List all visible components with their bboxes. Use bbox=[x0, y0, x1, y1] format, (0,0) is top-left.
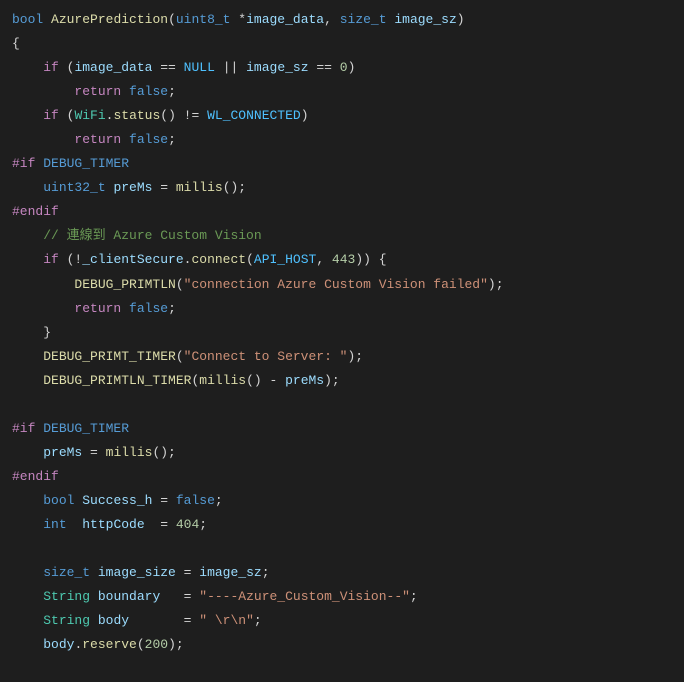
keyword-control: if bbox=[43, 60, 59, 75]
function-call: millis bbox=[106, 445, 153, 460]
identifier: image_sz bbox=[246, 60, 308, 75]
code-line: if (WiFi.status() != WL_CONNECTED) bbox=[12, 104, 672, 128]
code-editor[interactable]: bool AzurePrediction(uint8_t *image_data… bbox=[12, 8, 672, 657]
keyword-type: uint8_t bbox=[176, 12, 231, 27]
constant: API_HOST bbox=[254, 252, 316, 267]
method: status bbox=[113, 108, 160, 123]
keyword-type: uint32_t bbox=[43, 180, 105, 195]
keyword-control: return bbox=[74, 84, 121, 99]
identifier: image_size bbox=[98, 565, 176, 580]
code-line: return false; bbox=[12, 80, 672, 104]
code-line: if (!_clientSecure.connect(API_HOST, 443… bbox=[12, 248, 672, 272]
identifier: httpCode bbox=[82, 517, 144, 532]
code-line: if (image_data == NULL || image_sz == 0) bbox=[12, 56, 672, 80]
code-line: size_t image_size = image_sz; bbox=[12, 561, 672, 585]
code-line: bool Success_h = false; bbox=[12, 489, 672, 513]
code-line: uint32_t preMs = millis(); bbox=[12, 176, 672, 200]
number: 404 bbox=[176, 517, 199, 532]
code-line: preMs = millis(); bbox=[12, 441, 672, 465]
identifier: preMs bbox=[113, 180, 152, 195]
number: 443 bbox=[332, 252, 355, 267]
identifier: body bbox=[43, 637, 74, 652]
identifier: preMs bbox=[285, 373, 324, 388]
code-line: body.reserve(200); bbox=[12, 633, 672, 657]
code-line: DEBUG_PRIMTLN_TIMER(millis() - preMs); bbox=[12, 369, 672, 393]
keyword-type: bool bbox=[43, 493, 74, 508]
preprocessor-symbol: DEBUG_TIMER bbox=[43, 156, 129, 171]
code-line bbox=[12, 537, 672, 561]
code-line: return false; bbox=[12, 128, 672, 152]
keyword-type: size_t bbox=[43, 565, 90, 580]
code-line: String body = " \r\n"; bbox=[12, 609, 672, 633]
preprocessor: #if bbox=[12, 421, 35, 436]
string: "connection Azure Custom Vision failed" bbox=[184, 277, 488, 292]
identifier: body bbox=[98, 613, 129, 628]
number: 0 bbox=[340, 60, 348, 75]
string: " \r\n" bbox=[199, 613, 254, 628]
function-call: millis bbox=[199, 373, 246, 388]
code-line: // 連線到 Azure Custom Vision bbox=[12, 224, 672, 248]
macro-call: DEBUG_PRIMTLN_TIMER bbox=[43, 373, 191, 388]
code-line: int httpCode = 404; bbox=[12, 513, 672, 537]
function-name: AzurePrediction bbox=[51, 12, 168, 27]
macro-call: DEBUG_PRIMTLN bbox=[74, 277, 175, 292]
code-line: bool AzurePrediction(uint8_t *image_data… bbox=[12, 8, 672, 32]
method: connect bbox=[191, 252, 246, 267]
identifier: image_data bbox=[246, 12, 324, 27]
method: reserve bbox=[82, 637, 137, 652]
code-line: String boundary = "----Azure_Custom_Visi… bbox=[12, 585, 672, 609]
code-line: #if DEBUG_TIMER bbox=[12, 152, 672, 176]
number: 200 bbox=[145, 637, 168, 652]
preprocessor: #endif bbox=[12, 204, 59, 219]
function-call: millis bbox=[176, 180, 223, 195]
string: "----Azure_Custom_Vision--" bbox=[199, 589, 410, 604]
identifier: preMs bbox=[43, 445, 82, 460]
type: String bbox=[43, 613, 90, 628]
boolean: false bbox=[176, 493, 215, 508]
code-line: { bbox=[12, 32, 672, 56]
code-line bbox=[12, 393, 672, 417]
boolean: false bbox=[129, 132, 168, 147]
keyword-type: bool bbox=[12, 12, 43, 27]
code-line: #endif bbox=[12, 200, 672, 224]
keyword-control: if bbox=[43, 108, 59, 123]
boolean: false bbox=[129, 301, 168, 316]
preprocessor: #endif bbox=[12, 469, 59, 484]
keyword-control: return bbox=[74, 301, 121, 316]
constant: NULL bbox=[184, 60, 215, 75]
macro-call: DEBUG_PRIMT_TIMER bbox=[43, 349, 176, 364]
identifier: image_data bbox=[74, 60, 152, 75]
code-line: #endif bbox=[12, 465, 672, 489]
keyword-control: if bbox=[43, 252, 59, 267]
identifier: boundary bbox=[98, 589, 160, 604]
code-line: DEBUG_PRIMT_TIMER("Connect to Server: ")… bbox=[12, 345, 672, 369]
keyword-type: size_t bbox=[340, 12, 387, 27]
type: String bbox=[43, 589, 90, 604]
identifier: _clientSecure bbox=[82, 252, 183, 267]
identifier: image_sz bbox=[394, 12, 456, 27]
code-line: } bbox=[12, 321, 672, 345]
code-line: DEBUG_PRIMTLN("connection Azure Custom V… bbox=[12, 273, 672, 297]
preprocessor-symbol: DEBUG_TIMER bbox=[43, 421, 129, 436]
brace: { bbox=[12, 36, 20, 51]
keyword-type: int bbox=[43, 517, 66, 532]
keyword-control: return bbox=[74, 132, 121, 147]
string: "Connect to Server: " bbox=[184, 349, 348, 364]
object: WiFi bbox=[74, 108, 105, 123]
constant: WL_CONNECTED bbox=[207, 108, 301, 123]
code-line: return false; bbox=[12, 297, 672, 321]
brace: } bbox=[43, 325, 51, 340]
preprocessor: #if bbox=[12, 156, 35, 171]
code-line: #if DEBUG_TIMER bbox=[12, 417, 672, 441]
boolean: false bbox=[129, 84, 168, 99]
comment: // 連線到 Azure Custom Vision bbox=[43, 228, 261, 243]
identifier: image_sz bbox=[199, 565, 261, 580]
identifier: Success_h bbox=[82, 493, 152, 508]
